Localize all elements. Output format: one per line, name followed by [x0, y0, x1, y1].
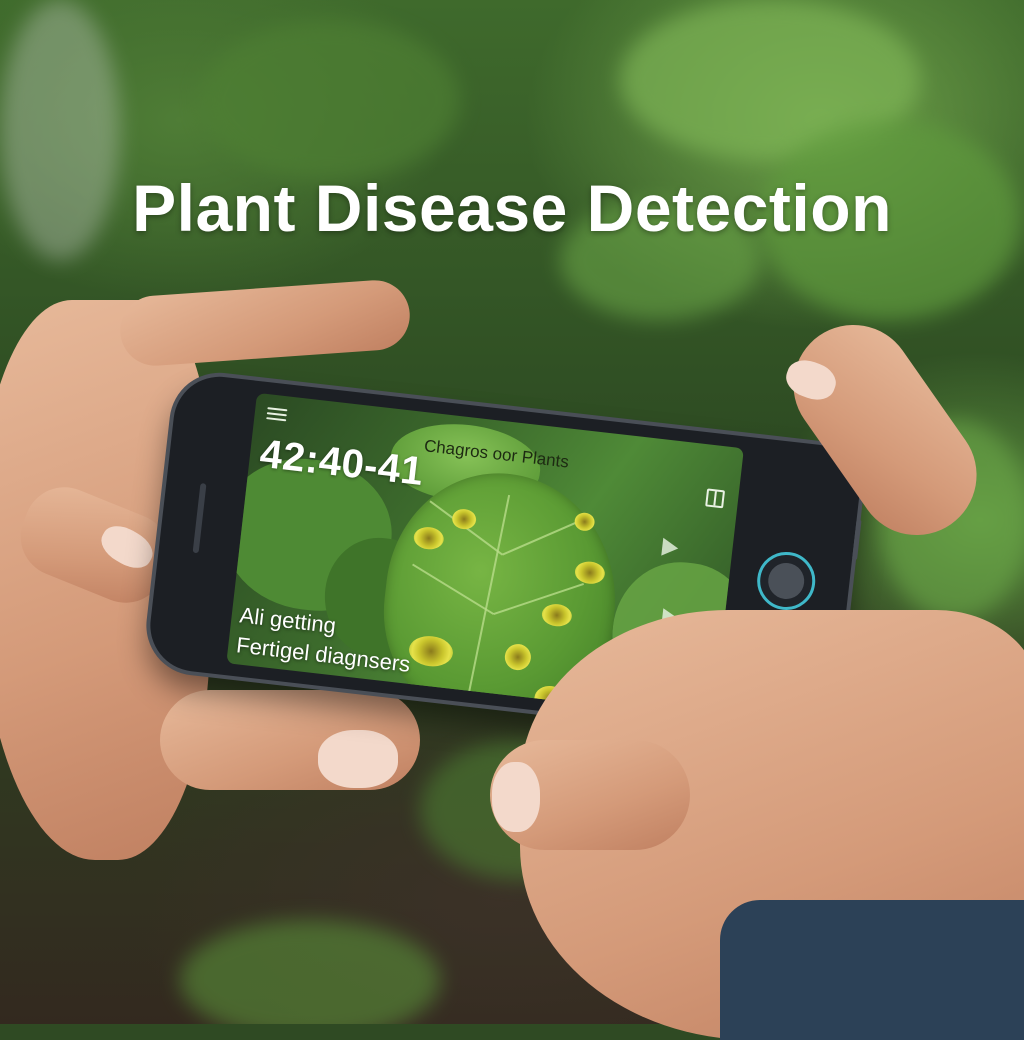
disease-spot — [540, 602, 574, 628]
disease-spot — [451, 507, 478, 531]
disease-spot — [412, 525, 445, 551]
phone-speaker — [192, 483, 207, 554]
left-finger-nail — [318, 730, 398, 788]
disease-spot — [573, 560, 607, 586]
sleeve — [720, 900, 1024, 1040]
background-leaf — [180, 920, 440, 1024]
disease-spot — [573, 511, 596, 532]
disease-spot — [503, 642, 533, 672]
right-finger-nail — [492, 762, 540, 832]
disease-spot — [407, 633, 455, 669]
leaf-vein — [501, 517, 586, 556]
leaf-vein — [412, 563, 495, 615]
play-icon[interactable] — [661, 537, 680, 558]
shutter-icon[interactable] — [754, 548, 819, 614]
page-title: Plant Disease Detection — [132, 171, 892, 245]
background-leaf — [200, 20, 460, 180]
menu-icon[interactable] — [266, 404, 288, 422]
grid-icon[interactable] — [705, 488, 726, 509]
